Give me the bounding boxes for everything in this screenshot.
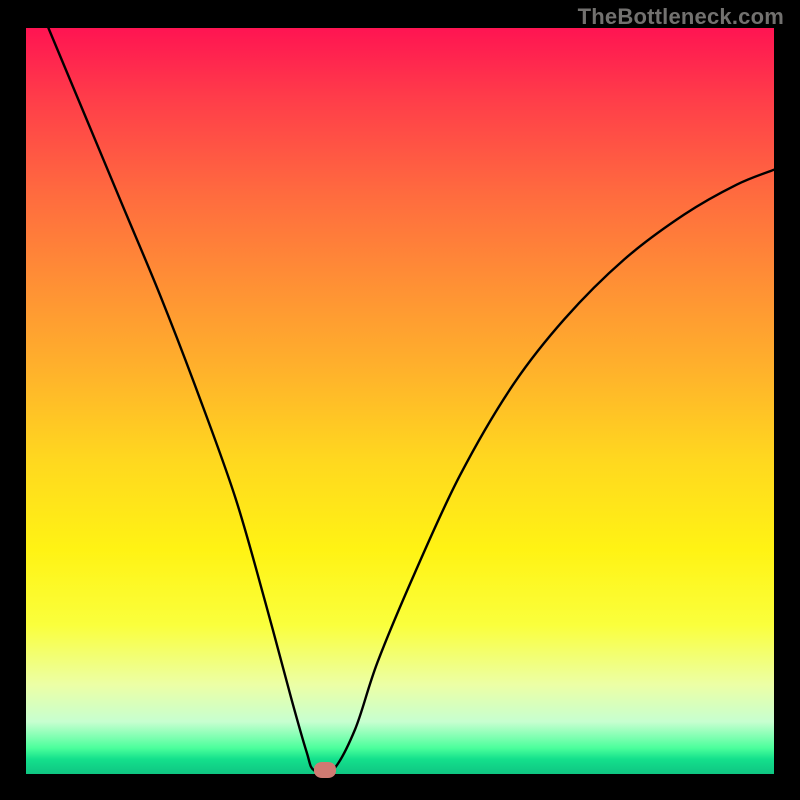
plot-area [26,28,774,774]
watermark-text: TheBottleneck.com [578,4,784,30]
chart-frame: TheBottleneck.com [0,0,800,800]
bottleneck-curve [48,28,774,774]
curve-svg [26,28,774,774]
optimal-point-marker [314,762,336,778]
